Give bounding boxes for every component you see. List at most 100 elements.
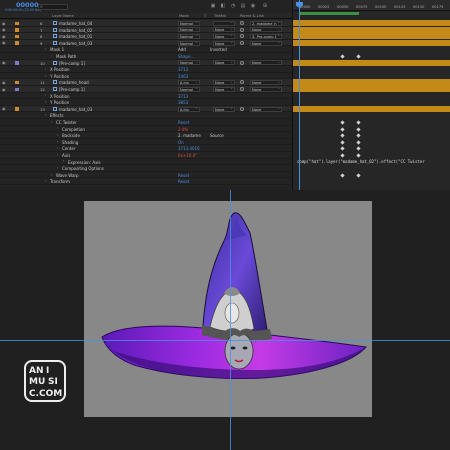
property-value[interactable]: 3713 xyxy=(178,67,188,72)
shy-icon[interactable]: ◔ xyxy=(230,3,236,9)
label-color-swatch[interactable] xyxy=(15,61,19,65)
parent-select[interactable]: None xyxy=(250,106,282,112)
property-row[interactable]: › X Position 3713 xyxy=(0,92,292,100)
layer-name[interactable]: madame_hat_01 xyxy=(59,34,92,39)
track-matte-select[interactable]: None xyxy=(213,60,235,66)
layer-duration-bar[interactable] xyxy=(293,79,450,86)
column-trkmat[interactable]: TrkMat xyxy=(214,14,226,18)
blend-mode-select[interactable]: A.Inv xyxy=(178,80,200,86)
blend-mode-select[interactable]: Normal xyxy=(178,27,200,33)
vertical-guide[interactable] xyxy=(230,190,231,450)
twirl-triangle-icon[interactable]: › xyxy=(51,173,52,177)
property-row[interactable]: › CC Twister Reset xyxy=(0,119,292,126)
property-value[interactable]: Reset xyxy=(178,120,189,125)
property-row[interactable]: › Center 3713,4016 xyxy=(0,145,292,152)
composition-viewer[interactable]: AN I MU SI C.COM xyxy=(0,190,450,450)
property-value[interactable]: 3713 xyxy=(178,94,188,99)
twirl-triangle-icon[interactable]: › xyxy=(51,54,52,58)
pickwhip-icon[interactable] xyxy=(240,34,244,39)
blend-mode-select[interactable]: Normal xyxy=(178,86,200,92)
column-t[interactable]: T xyxy=(204,14,206,18)
property-row[interactable]: › Effects xyxy=(0,112,292,119)
track-matte-select[interactable]: None xyxy=(213,86,235,92)
twirl-triangle-icon[interactable]: › xyxy=(45,67,46,71)
visibility-eye-icon[interactable]: ◉ xyxy=(2,27,6,32)
layer-name[interactable]: madame_hat_03 xyxy=(59,41,92,46)
layer-duration-bar[interactable] xyxy=(293,26,450,33)
property-row[interactable]: › Y Position 2463 xyxy=(0,72,292,80)
layer-search-input[interactable]: ⌕ xyxy=(38,4,68,10)
blend-mode-select[interactable]: Normal xyxy=(178,60,200,66)
property-value[interactable]: Reset xyxy=(178,173,189,178)
layer-row[interactable]: ◉ 9 madame_hat_03 Normal None None xyxy=(0,39,292,47)
layer-row[interactable]: ◉ 13 madame_hat_03 A.Inv None None xyxy=(0,105,292,113)
layer-row[interactable]: ◉ 12 [Pre-comp 1] Normal None None xyxy=(0,86,292,93)
horizontal-guide[interactable] xyxy=(0,340,450,341)
layer-name[interactable]: [Pre-comp 1] xyxy=(59,87,85,92)
column-parent[interactable]: Parent & Link xyxy=(240,14,264,18)
twirl-triangle-icon[interactable]: › xyxy=(45,100,46,104)
track-matte-select[interactable]: None xyxy=(213,106,235,112)
property-value[interactable]: Reset xyxy=(178,179,189,184)
visibility-eye-icon[interactable]: ◉ xyxy=(2,87,6,92)
work-area-bar[interactable] xyxy=(299,12,359,15)
label-color-swatch[interactable] xyxy=(15,21,19,25)
twirl-triangle-icon[interactable]: › xyxy=(57,166,58,170)
property-row[interactable]: › Y Position 3853 xyxy=(0,99,292,106)
column-mode[interactable]: Mode xyxy=(179,14,189,18)
property-value[interactable]: Add xyxy=(178,47,186,52)
pickwhip-icon[interactable] xyxy=(240,27,244,32)
property-value[interactable]: On xyxy=(178,140,184,145)
twirl-triangle-icon[interactable]: › xyxy=(45,113,46,117)
twirl-triangle-icon[interactable]: › xyxy=(45,93,46,97)
label-color-swatch[interactable] xyxy=(15,107,19,111)
layer-name[interactable]: [Pre-comp 1] xyxy=(59,61,85,66)
twirl-triangle-icon[interactable]: › xyxy=(45,74,46,78)
layer-duration-bar[interactable] xyxy=(293,86,450,93)
expression-text[interactable]: comp("hat").layer("madame_hat_02").effec… xyxy=(297,159,425,164)
property-row[interactable]: › Shading On xyxy=(0,138,292,146)
property-row[interactable]: › Compositing Options xyxy=(0,165,292,172)
twirl-triangle-icon[interactable]: › xyxy=(57,126,58,130)
layer-row[interactable]: ◉ 8 madame_hat_01 Normal None 3. Pre-comp 1 xyxy=(0,33,292,40)
composition-canvas[interactable] xyxy=(84,201,372,417)
visibility-eye-icon[interactable]: ◉ xyxy=(2,60,6,65)
property-value-secondary[interactable]: Source xyxy=(210,133,224,138)
twirl-triangle-icon[interactable]: › xyxy=(57,153,58,157)
track-matte-select[interactable]: None xyxy=(213,80,235,86)
property-value-secondary[interactable]: Inverted xyxy=(210,47,227,52)
layer-row[interactable]: ◉ 7 madame_hat_02 Normal None None xyxy=(0,26,292,34)
layer-row[interactable]: ◉ 6 madame_hat_04 Normal 2. madame_h xyxy=(0,20,292,27)
pickwhip-icon[interactable] xyxy=(240,87,244,91)
pickwhip-icon[interactable] xyxy=(240,21,244,25)
property-value[interactable]: 2. madame xyxy=(178,133,201,138)
label-color-swatch[interactable] xyxy=(15,34,19,39)
layer-duration-bar[interactable] xyxy=(293,105,450,112)
track-matte-select[interactable]: None xyxy=(213,33,235,39)
property-value[interactable]: 2.0% xyxy=(178,127,188,132)
parent-select[interactable]: None xyxy=(250,40,282,46)
parent-select[interactable]: None xyxy=(250,27,282,33)
twirl-triangle-icon[interactable]: › xyxy=(63,159,64,163)
twirl-triangle-icon[interactable]: › xyxy=(57,133,58,137)
blend-mode-select[interactable]: Normal xyxy=(178,20,200,26)
layer-name[interactable]: madame_hat_04 xyxy=(59,21,92,26)
visibility-eye-icon[interactable]: ◉ xyxy=(2,34,6,39)
property-row[interactable]: › Completion 2.0% xyxy=(0,125,292,133)
graph-editor-icon[interactable]: ⊞ xyxy=(262,3,268,9)
track-matte-select[interactable]: None xyxy=(213,27,235,33)
time-ruler[interactable]: 00000 00025 00050 00075 00100 00125 00150 00175 xyxy=(293,0,450,11)
property-row[interactable]: › Mask Path Shape... xyxy=(0,53,292,60)
property-value[interactable]: Shape... xyxy=(178,54,194,59)
twirl-triangle-icon[interactable]: › xyxy=(51,120,52,124)
layer-duration-bar[interactable] xyxy=(293,59,450,66)
property-row[interactable]: › Transform Reset xyxy=(0,178,292,185)
visibility-eye-icon[interactable]: ◉ xyxy=(2,40,6,45)
current-time-indicator[interactable] xyxy=(299,0,300,190)
track-matte-select[interactable]: None xyxy=(213,40,235,46)
track-matte-select[interactable] xyxy=(213,20,235,26)
twirl-triangle-icon[interactable]: › xyxy=(57,146,58,150)
pickwhip-icon[interactable] xyxy=(240,40,244,45)
pickwhip-icon[interactable] xyxy=(240,60,244,65)
property-value[interactable]: 2463 xyxy=(178,74,188,79)
